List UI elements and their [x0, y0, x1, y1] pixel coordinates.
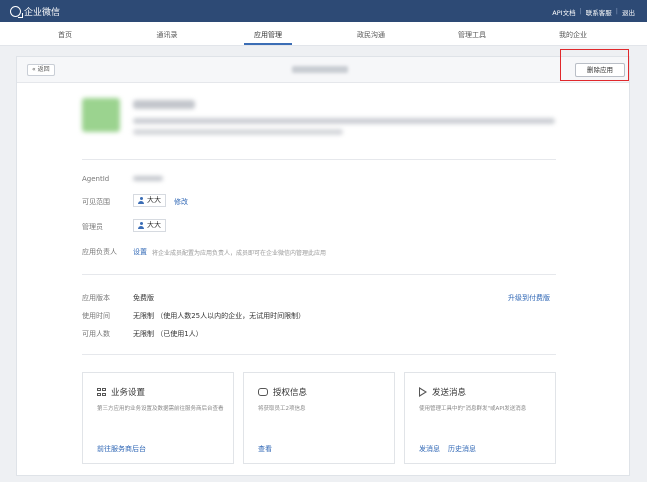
usage-time-value: 无限制 （使用人数25人以内的企业，无试用时间限制）: [133, 312, 306, 320]
back-button[interactable]: « 返回: [27, 64, 55, 76]
edit-visible-range-link[interactable]: 修改: [174, 197, 188, 207]
business-settings-desc: 第三方应用的业务设置及数据需前往服务商后台查看: [97, 406, 224, 412]
chat-icon: [258, 388, 268, 396]
usage-time-label: 使用时间: [82, 312, 110, 320]
authorization-info-title: 授权信息: [273, 388, 308, 398]
divider: [82, 159, 556, 160]
visible-range-member: 大大: [147, 196, 161, 204]
nav-home[interactable]: 首页: [58, 30, 72, 40]
visible-range-chip: 大大: [133, 194, 166, 207]
business-settings-title: 业务设置: [111, 388, 146, 398]
separator: |: [579, 7, 582, 15]
panel-links: 发消息 历史消息: [419, 444, 476, 454]
divider: [82, 274, 556, 275]
version-value: 免费版: [133, 294, 154, 302]
nav-management-tools[interactable]: 管理工具: [458, 30, 486, 40]
send-icon: [419, 387, 427, 397]
wecom-logo-icon: [10, 6, 23, 18]
upgrade-link[interactable]: 升级到付费版: [508, 293, 550, 303]
divider: [82, 354, 556, 355]
delete-app-button[interactable]: 删除应用: [575, 63, 625, 77]
go-to-provider-backend-link[interactable]: 前往服务商后台: [97, 444, 146, 454]
agentid-value-redacted: [133, 176, 163, 181]
top-links: API文档 | 联系客服 | 退出: [552, 7, 635, 17]
app-description-redacted: [133, 118, 555, 124]
panel-title: 授权信息: [258, 386, 307, 398]
send-message-link[interactable]: 发消息: [419, 444, 440, 454]
card-header: « 返回 删除应用: [17, 57, 629, 83]
set-owner-link[interactable]: 设置: [133, 247, 147, 257]
panel-title: 发送消息: [419, 386, 466, 398]
api-docs-link[interactable]: API文档: [552, 7, 575, 17]
business-settings-panel: 业务设置 第三方应用的业务设置及数据需前往服务商后台查看 前往服务商后台: [82, 372, 234, 464]
contact-support-link[interactable]: 联系客服: [586, 7, 612, 17]
app-name-redacted: [133, 100, 195, 109]
panel-title: 业务设置: [97, 386, 145, 398]
person-icon: [138, 197, 144, 204]
app-title-redacted: [292, 66, 348, 73]
available-users-label: 可用人数: [82, 330, 110, 338]
owner-label: 应用负责人: [82, 248, 117, 256]
admin-chip: 大大: [133, 219, 166, 232]
owner-hint: 将企业成员配置为应用负责人，成员即可在企业微信内管理此应用: [152, 250, 327, 257]
separator: |: [615, 7, 618, 15]
app-icon-redacted: [82, 98, 120, 132]
brand-name: 企业微信: [24, 8, 61, 18]
send-message-panel: 发送消息 使用管理工具中的"消息群发"或API发送消息 发消息 历史消息: [404, 372, 556, 464]
person-icon: [138, 222, 144, 229]
version-label: 应用版本: [82, 294, 110, 302]
admin-label: 管理员: [82, 223, 103, 231]
authorization-info-desc: 将获取员工2项信息: [258, 406, 306, 412]
send-message-title: 发送消息: [432, 388, 467, 398]
nav-gov-communication[interactable]: 政民沟通: [357, 30, 385, 40]
top-bar: 企业微信 API文档 | 联系客服 | 退出: [0, 0, 647, 22]
main-nav: 首页 通讯录 应用管理 政民沟通 管理工具 我的企业: [0, 22, 647, 46]
admin-member: 大大: [147, 221, 161, 229]
brand-logo[interactable]: 企业微信: [10, 5, 60, 18]
nav-contacts[interactable]: 通讯录: [157, 30, 178, 40]
authorization-info-panel: 授权信息 将获取员工2项信息 查看: [243, 372, 395, 464]
panel-links: 前往服务商后台: [97, 444, 146, 454]
available-users-value: 无限制 （已使用1人）: [133, 330, 203, 338]
app-description-redacted: [133, 129, 343, 135]
nav-app-management[interactable]: 应用管理: [244, 30, 292, 45]
nav-my-company[interactable]: 我的企业: [559, 30, 587, 40]
logout-link[interactable]: 退出: [622, 7, 635, 17]
send-message-desc: 使用管理工具中的"消息群发"或API发送消息: [419, 406, 527, 412]
view-authorization-link[interactable]: 查看: [258, 444, 272, 454]
agentid-label: AgentId: [82, 175, 110, 183]
grid-icon: [97, 387, 106, 397]
visible-range-label: 可见范围: [82, 198, 110, 206]
panel-links: 查看: [258, 444, 272, 454]
message-history-link[interactable]: 历史消息: [448, 444, 476, 454]
